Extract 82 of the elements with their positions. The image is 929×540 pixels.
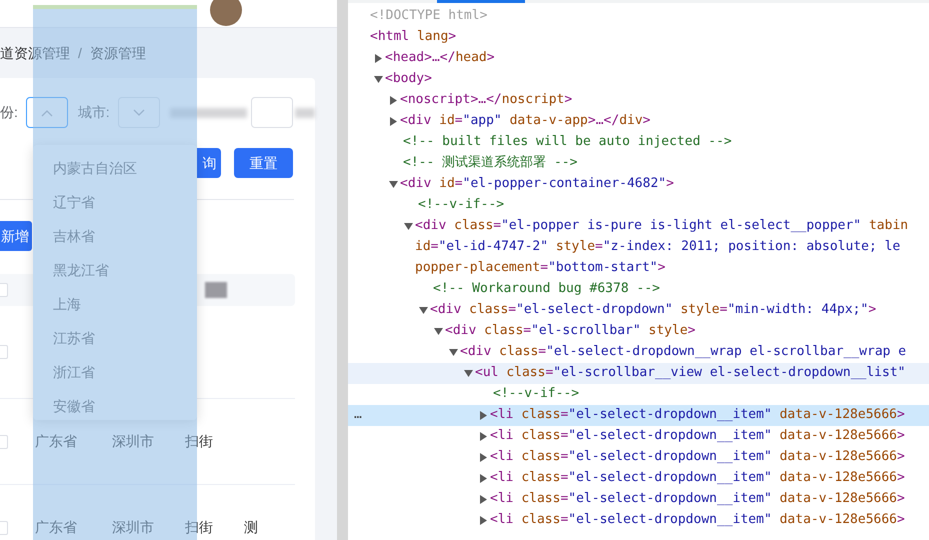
table-cell-text: 测 (244, 518, 258, 537)
dom-node-text: <!-- Workaround bug #6378 --> (432, 280, 660, 298)
collapsed-triangle-icon[interactable] (478, 432, 488, 441)
dom-node-text: <li class="el-select-dropdown__item" data-v-128e5666> (490, 490, 905, 508)
table-cell-text: 广东省 (35, 518, 77, 537)
dom-node-text: <!-- built files will be auto injected --> (402, 133, 732, 151)
dom-node-text: <!--v-if--> (417, 196, 504, 214)
expanded-triangle-icon[interactable] (374, 75, 382, 84)
chevron-down-icon (132, 108, 145, 116)
dom-node-text: popper-placement="bottom-start"> (415, 260, 666, 275)
expanded-triangle-icon[interactable] (434, 327, 442, 336)
add-button[interactable]: 新增 (0, 221, 32, 251)
expanded-triangle-icon[interactable] (464, 369, 472, 378)
dom-node-line[interactable]: <!--v-if--> (348, 384, 929, 405)
dom-node-text: <noscript>…</noscript> (400, 91, 572, 109)
select-field[interactable] (26, 97, 68, 128)
dom-node-text: <!DOCTYPE html> (370, 7, 488, 25)
dom-node-line[interactable]: <noscript>…</noscript> (348, 90, 929, 111)
table-cell-text: 深圳市 (112, 518, 154, 537)
blurred-text (295, 108, 315, 118)
table-cell-text: 广东省 (35, 432, 77, 451)
dom-node-text: <div id="el-popper-container-4682"> (400, 175, 674, 193)
collapsed-triangle-icon[interactable] (478, 411, 488, 420)
collapsed-triangle-icon[interactable] (388, 117, 398, 126)
dom-node-line[interactable]: <div id="el-popper-container-4682"> (348, 174, 929, 195)
dom-node-line[interactable]: <div id="app" data-v-app>…</div> (348, 111, 929, 132)
dom-node-line[interactable]: <!-- Workaround bug #6378 --> (348, 279, 929, 300)
dom-node-text: <html lang> (370, 28, 456, 46)
dom-node-line[interactable]: <li class="el-select-dropdown__item" data-v-128e5666> (348, 468, 929, 489)
blurred-text (205, 282, 227, 298)
collapsed-triangle-icon[interactable] (478, 474, 488, 483)
expanded-triangle-icon[interactable] (388, 180, 398, 189)
dom-node-text: <div class="el-popper is-pure is-light el-select__popper" tabin (415, 217, 908, 235)
dom-node-line[interactable]: <div class="el-select-dropdown" style="min-width: 44px;"> (348, 300, 929, 321)
dom-node-text: <div class="el-select-dropdown" style="min-width: 44px;"> (430, 301, 876, 319)
expanded-triangle-icon[interactable] (448, 348, 458, 357)
collapsed-triangle-icon[interactable] (388, 96, 398, 105)
dom-node-text: <li class="el-select-dropdown__item" data-v-128e5666> (490, 448, 905, 466)
dom-node-text: <body> (385, 70, 432, 88)
dom-node-text: <li class="el-select-dropdown__item" data-v-128e5666> (490, 469, 905, 487)
dom-node-text: <!--v-if--> (492, 385, 580, 403)
dom-node-line[interactable]: <li class="el-select-dropdown__item" data-v-128e5666> (348, 510, 929, 531)
collapsed-triangle-icon[interactable] (478, 495, 488, 504)
dom-node-text: <div id="app" data-v-app>…</div> (400, 112, 650, 130)
table-cell-text: 扫街 (185, 432, 213, 451)
table-cell-text: 扫街 (185, 518, 213, 537)
input-field[interactable] (251, 97, 294, 128)
dom-node-line[interactable]: <div class="el-popper is-pure is-light el-select__popper" tabin (348, 216, 929, 237)
dom-node-line[interactable]: <li class="el-select-dropdown__item" data-v-128e5666> (348, 447, 929, 468)
filter-label: 城市: (78, 103, 110, 122)
dom-node-line[interactable]: <li class="el-select-dropdown__item" data-v-128e5666> (348, 489, 929, 510)
dom-node-text: <!-- 测试渠道系统部署 --> (402, 154, 578, 172)
breadcrumb-current: 资源管理 (90, 44, 146, 62)
breadcrumb-separator: / (78, 44, 82, 62)
avatar[interactable] (210, 0, 242, 26)
filter-label: 份: (0, 103, 18, 122)
action-button[interactable]: 重置 (234, 148, 293, 178)
dom-node-line[interactable]: <div class="el-select-dropdown__wrap el-scrollbar__wrap e (348, 342, 929, 363)
table-cell-text: 深圳市 (112, 432, 154, 451)
dom-node-text: <div class="el-scrollbar" style> (445, 322, 696, 340)
collapsed-triangle-icon[interactable] (478, 516, 488, 525)
dom-node-text: <li class="el-select-dropdown__item" data-v-128e5666> (490, 406, 905, 424)
dom-node-line[interactable]: <head>…</head> (348, 48, 929, 69)
dom-node-text: id="el-id-4747-2" style="z-index: 2011; position: absolute; le (415, 239, 900, 254)
dom-node-line[interactable]: <!--v-if--> (348, 195, 929, 216)
collapsed-triangle-icon[interactable] (478, 453, 488, 462)
node-menu-ellipsis[interactable]: … (354, 405, 362, 424)
dom-node-line[interactable]: <body> (348, 69, 929, 90)
chevron-up-icon (40, 108, 53, 116)
dom-node-line[interactable]: <li class="el-select-dropdown__item" data-v-128e5666> (348, 426, 929, 447)
dom-node-line[interactable]: <html lang> (348, 27, 929, 48)
collapsed-triangle-icon[interactable] (374, 54, 382, 63)
dom-node-text: <li class="el-select-dropdown__item" data-v-128e5666> (490, 511, 905, 529)
dom-node-line[interactable]: <!-- 测试渠道系统部署 --> (348, 153, 929, 174)
dom-node-text: <head>…</head> (385, 49, 495, 67)
dom-node-text: <div class="el-select-dropdown__wrap el-scrollbar__wrap e (460, 343, 906, 361)
dom-node-text: <ul class="el-scrollbar__view el-select-dropdown__list" (475, 364, 906, 382)
expanded-triangle-icon[interactable] (404, 222, 412, 231)
expanded-triangle-icon[interactable] (418, 306, 428, 315)
dom-node-text: <li class="el-select-dropdown__item" data-v-128e5666> (490, 427, 905, 445)
dom-node-line[interactable]: <div class="el-scrollbar" style> (348, 321, 929, 342)
dom-node-line[interactable]: <!-- built files will be auto injected --> (348, 132, 929, 153)
